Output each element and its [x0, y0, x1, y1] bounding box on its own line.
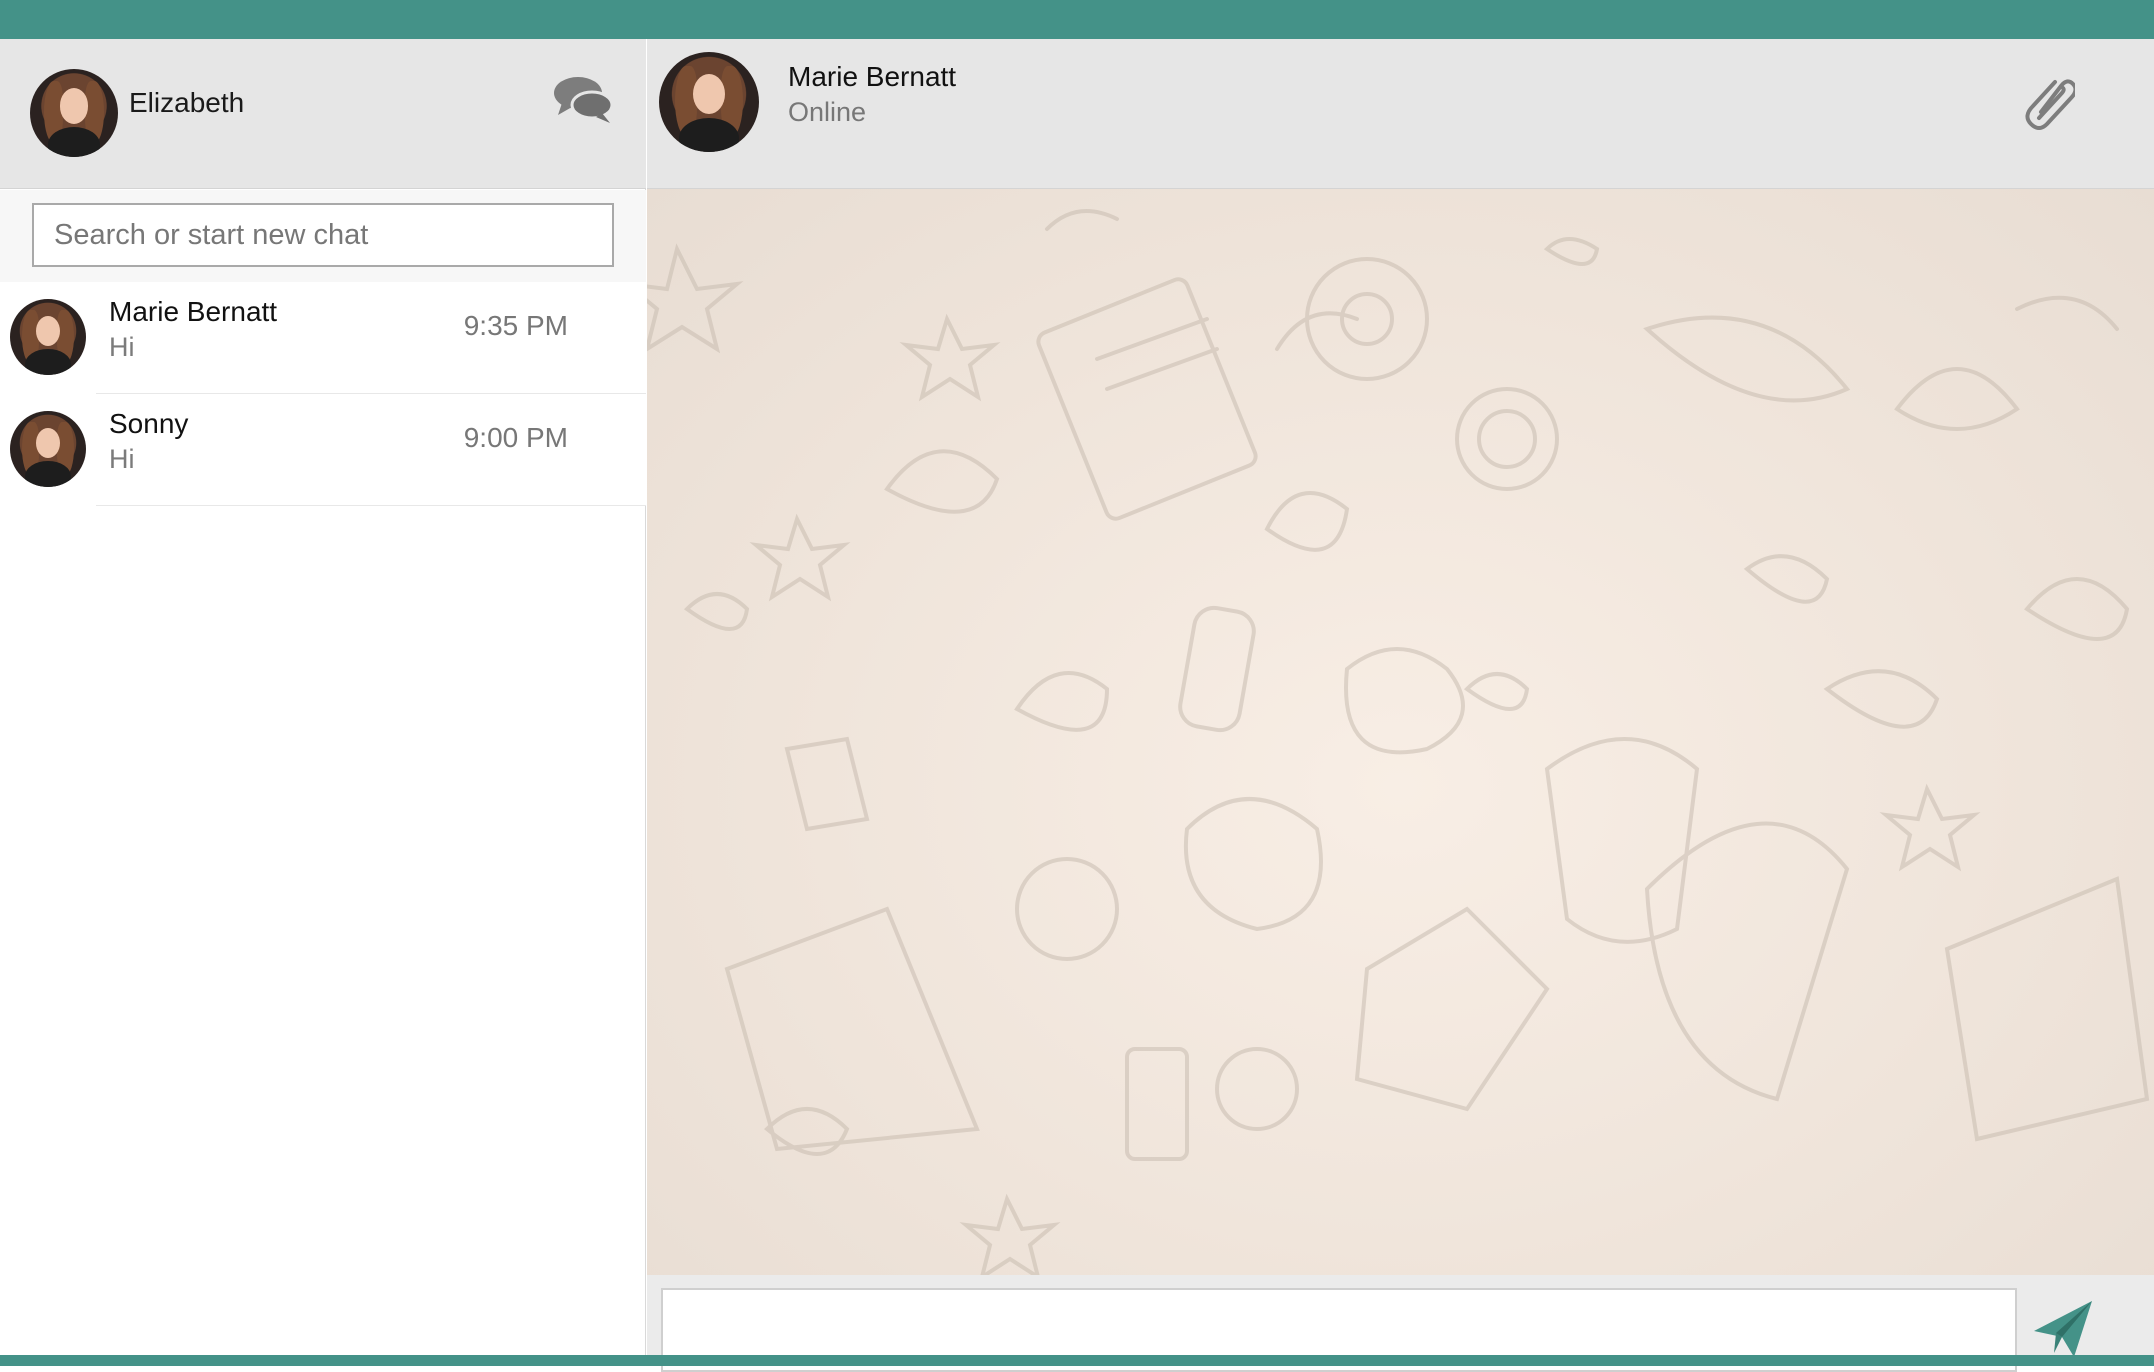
- chat-time: 9:35 PM: [463, 310, 568, 341]
- chat-sidebar: Elizabeth Marie Bernatt Hi 9:35 PM Sonny…: [0, 39, 646, 1355]
- contact-avatar: [10, 411, 86, 487]
- top-accent-bar: [0, 0, 2154, 39]
- current-user-name: Elizabeth: [129, 87, 245, 118]
- send-icon[interactable]: [2030, 1297, 2096, 1363]
- message-area: [647, 189, 2154, 1275]
- chat-name: Marie Bernatt: [109, 296, 278, 327]
- sidebar-header: Elizabeth: [0, 39, 646, 189]
- divider: [96, 505, 646, 506]
- conversation-header: Marie Bernatt Online: [647, 39, 2154, 189]
- contact-status: Online: [788, 97, 867, 127]
- chat-time: 9:00 PM: [463, 422, 568, 453]
- bottom-accent-bar: [0, 1355, 2154, 1366]
- chat-list-item-marie-bernatt[interactable]: Marie Bernatt Hi 9:35 PM: [0, 282, 646, 394]
- chat-preview: Hi: [109, 332, 135, 362]
- user-avatar[interactable]: [30, 69, 118, 157]
- contact-avatar[interactable]: [659, 52, 759, 152]
- search-input[interactable]: [32, 203, 614, 267]
- contact-name: Marie Bernatt: [788, 61, 957, 92]
- message-composer: [647, 1275, 2154, 1372]
- chat-preview: Hi: [109, 444, 135, 474]
- search-bar: [0, 190, 646, 282]
- contact-avatar: [10, 299, 86, 375]
- paperclip-icon[interactable]: [2023, 74, 2075, 130]
- new-chat-icon[interactable]: [552, 73, 614, 125]
- chat-wallpaper: [647, 209, 2150, 1275]
- chat-list-item-sonny[interactable]: Sonny Hi 9:00 PM: [0, 394, 646, 506]
- conversation-panel: Marie Bernatt Online: [647, 39, 2154, 1372]
- chat-name: Sonny: [109, 408, 189, 439]
